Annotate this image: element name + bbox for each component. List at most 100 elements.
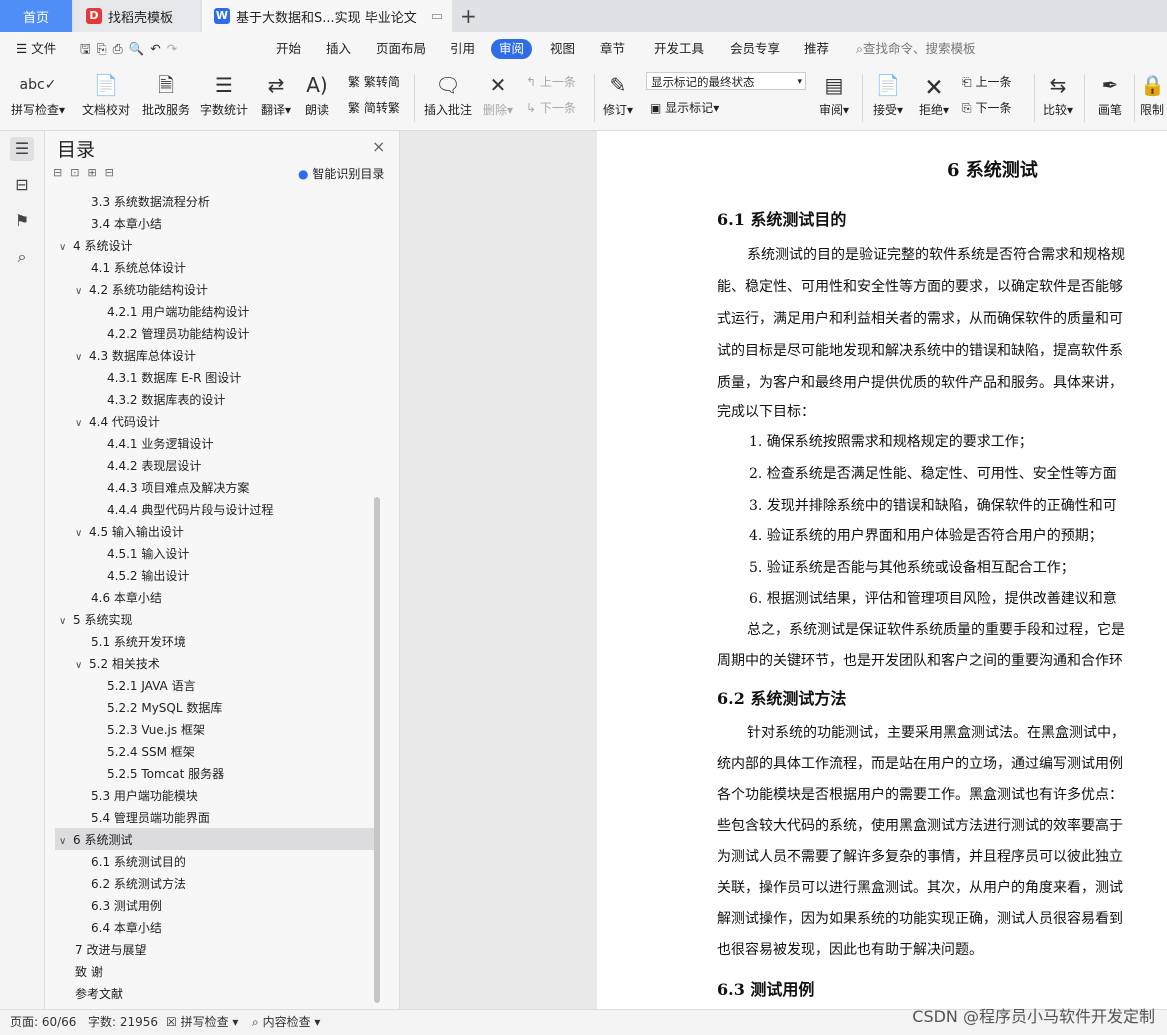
tab-template[interactable]: D 找稻壳模板 [74, 0, 200, 32]
prev-change-button[interactable]: ⎗ 上一条 [962, 72, 1011, 92]
undo-icon[interactable]: ↶ [150, 41, 166, 56]
save-icon[interactable]: 🖫 [80, 41, 97, 56]
print-icon[interactable]: ⎙ [113, 41, 129, 56]
preview-icon[interactable]: 🔍 [129, 41, 151, 56]
toc-item[interactable]: 致 谢 [75, 961, 103, 983]
word-count[interactable]: 字数: 21956 [88, 1010, 158, 1035]
toc-item[interactable]: ∨ 5 系统实现 [59, 609, 132, 631]
menu-chapter[interactable]: 章节 [600, 39, 625, 59]
review-pane-button[interactable]: ▤ 审阅▾ [816, 70, 852, 120]
toc-item[interactable]: 5.4 管理员端功能界面 [91, 807, 210, 829]
toc-item[interactable]: ∨ 4.2 系统功能结构设计 [75, 279, 208, 301]
toc-scrollbar[interactable] [374, 497, 380, 1003]
toc-item[interactable]: 参考文献 [75, 983, 123, 1005]
toc-item[interactable]: 6.3 测试用例 [91, 895, 162, 917]
restrict-button[interactable]: 🔒 限制 [1140, 70, 1167, 120]
toc-item[interactable]: 7 改进与展望 [75, 939, 146, 961]
toc-item[interactable]: 5.2.1 JAVA 语言 [107, 675, 196, 697]
remove-icon[interactable]: ⊟ [105, 166, 122, 179]
toc-item[interactable]: 5.3 用户端功能模块 [91, 785, 198, 807]
toc-item[interactable]: ∨ 5.2 相关技术 [75, 653, 160, 675]
spell-check-button[interactable]: abc✓ 拼写检查▾ [10, 70, 66, 120]
status-content-check[interactable]: ⌕ 内容检查 ▾ [252, 1010, 320, 1035]
toc-item[interactable]: 5.2.4 SSM 框架 [107, 741, 195, 763]
chevron-down-icon[interactable]: ∨ [59, 237, 73, 259]
doc-proof-button[interactable]: 📄 文档校对 [80, 70, 132, 120]
menu-member[interactable]: 会员专享 [730, 39, 780, 59]
chapter-nav-icon[interactable]: ⊟ [10, 173, 34, 197]
redo-icon[interactable]: ↷ [167, 41, 183, 56]
add-icon[interactable]: ⊞ [87, 166, 104, 179]
quick-access-toolbar[interactable]: 🖫⎘⎙🔍↶↷ [80, 39, 183, 59]
toc-item[interactable]: 4.3.1 数据库 E-R 图设计 [107, 367, 241, 389]
toc-item[interactable]: 5.2.3 Vue.js 框架 [107, 719, 205, 741]
chevron-down-icon[interactable]: ∨ [59, 611, 73, 633]
menu-view[interactable]: 视图 [550, 39, 575, 59]
tab-document[interactable]: W 基于大数据和S...实现 毕业论文 ▭ ● [202, 0, 452, 32]
chevron-down-icon[interactable]: ∨ [59, 831, 73, 853]
toc-item[interactable]: 4.4.4 典型代码片段与设计过程 [107, 499, 273, 521]
toc-item[interactable]: 3.4 本章小结 [91, 213, 162, 235]
bookmark-icon[interactable]: ⚑ [10, 209, 34, 233]
expand-up-icon[interactable]: ⊡ [70, 166, 87, 179]
status-spell-check[interactable]: ☒ 拼写检查 ▾ [166, 1010, 238, 1035]
menu-insert[interactable]: 插入 [326, 39, 351, 59]
reject-button[interactable]: 🗙 拒绝▾ [916, 70, 952, 120]
batch-service-button[interactable]: 🗎 批改服务 [140, 70, 192, 120]
toc-item[interactable]: 4.2.1 用户端功能结构设计 [107, 301, 249, 323]
chevron-down-icon[interactable]: ∨ [75, 523, 89, 545]
menu-layout[interactable]: 页面布局 [376, 39, 426, 59]
smart-toc-button[interactable]: ● 智能识别目录 [298, 165, 384, 182]
export-icon[interactable]: ⎘ [97, 41, 113, 56]
simp-to-trad-button[interactable]: 繁 简转繁 [348, 98, 400, 118]
page-indicator[interactable]: 页面: 60/66 [10, 1010, 76, 1035]
toc-item[interactable]: 4.2.2 管理员功能结构设计 [107, 323, 249, 345]
document-page[interactable]: 6 系统测试 6.1 系统测试目的 系统测试的目的是验证完整的软件系统是否符合需… [597, 131, 1167, 1009]
menu-recommend[interactable]: 推荐 [804, 39, 829, 59]
toc-item[interactable]: 5.1 系统开发环境 [91, 631, 186, 653]
trad-to-simp-button[interactable]: 繁 繁转简 [348, 72, 400, 92]
menu-references[interactable]: 引用 [450, 39, 475, 59]
compare-button[interactable]: ⇆ 比较▾ [1040, 70, 1076, 120]
markup-mode-select[interactable]: 显示标记的最终状态 ▾ [646, 72, 806, 90]
toc-item[interactable]: 4.3.2 数据库表的设计 [107, 389, 225, 411]
file-menu[interactable]: ☰ 文件 [16, 39, 56, 59]
chevron-down-icon[interactable]: ∨ [75, 281, 89, 303]
chevron-down-icon[interactable]: ∨ [75, 413, 89, 435]
toc-item[interactable]: 5.2.2 MySQL 数据库 [107, 697, 222, 719]
toc-item[interactable]: 4.4.1 业务逻辑设计 [107, 433, 213, 455]
toc-item[interactable]: 4.1 系统总体设计 [91, 257, 186, 279]
menu-start[interactable]: 开始 [276, 39, 301, 59]
accept-button[interactable]: 📄 接受▾ [870, 70, 906, 120]
toc-item[interactable]: 6.2 系统测试方法 [91, 873, 186, 895]
read-aloud-button[interactable]: A) 朗读 [300, 70, 334, 120]
menu-developer[interactable]: 开发工具 [654, 39, 704, 59]
word-count-button[interactable]: ☰ 字数统计 [198, 70, 250, 120]
toc-item[interactable]: 4.4.3 项目难点及解决方案 [107, 477, 249, 499]
tab-home[interactable]: 首页 [0, 0, 72, 32]
prev-comment-button[interactable]: ↰ 上一条 [526, 72, 576, 92]
next-comment-button[interactable]: ↳ 下一条 [526, 98, 576, 118]
collapse-all-icon[interactable]: ⊟ [53, 166, 70, 179]
toc-item[interactable]: ∨ 4.5 输入输出设计 [75, 521, 184, 543]
track-changes-button[interactable]: ✎ 修订▾ [600, 70, 636, 120]
search-icon[interactable]: ⌕ [10, 245, 34, 269]
menu-review[interactable]: 审阅 [491, 39, 533, 59]
next-change-button[interactable]: ⎘ 下一条 [962, 98, 1011, 118]
show-markup-button[interactable]: ▣ 显示标记▾ [650, 98, 719, 118]
toc-item[interactable]: 4.5.2 输出设计 [107, 565, 189, 587]
screen-icon[interactable]: ▭ [431, 9, 443, 24]
toc-item[interactable]: 4.4.2 表现层设计 [107, 455, 201, 477]
toc-item[interactable]: 6.1 系统测试目的 [91, 851, 186, 873]
insert-comment-button[interactable]: 🗨 插入批注 [422, 70, 474, 120]
toc-item[interactable]: ∨ 4.3 数据库总体设计 [75, 345, 196, 367]
toc-item[interactable]: ∨ 4.4 代码设计 [75, 411, 160, 433]
close-icon[interactable]: × [372, 137, 385, 156]
chevron-down-icon[interactable]: ∨ [75, 347, 89, 369]
toc-item[interactable]: 4.6 本章小结 [91, 587, 162, 609]
toc-item[interactable]: 6.4 本章小结 [91, 917, 162, 939]
toc-item[interactable]: ∨ 4 系统设计 [59, 235, 132, 257]
pen-button[interactable]: ✒ 画笔 [1092, 70, 1128, 120]
command-search[interactable]: ⌕查找命令、搜索模板 [856, 39, 976, 59]
chevron-down-icon[interactable]: ∨ [75, 655, 89, 677]
